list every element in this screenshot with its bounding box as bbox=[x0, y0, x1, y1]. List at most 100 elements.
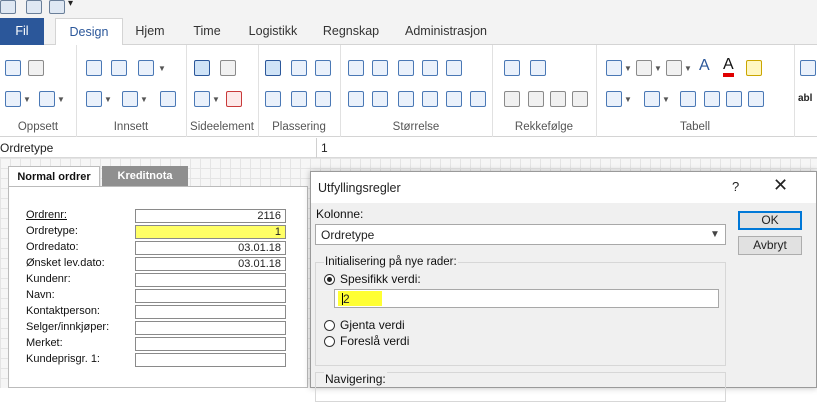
help-button[interactable]: ? bbox=[732, 179, 739, 194]
stretch-height-icon[interactable] bbox=[422, 91, 438, 107]
field-ordredato[interactable]: 03.01.18 bbox=[135, 241, 286, 255]
tab-order-icon[interactable] bbox=[504, 60, 520, 76]
chevron-down-icon[interactable]: ▼ bbox=[662, 95, 670, 104]
align-top-icon[interactable] bbox=[265, 91, 281, 107]
tab-kreditnota[interactable]: Kreditnota bbox=[102, 166, 188, 187]
width-right-icon[interactable] bbox=[446, 60, 462, 76]
chevron-down-icon[interactable]: ▼ bbox=[23, 95, 31, 104]
page-element-move-icon[interactable] bbox=[194, 91, 210, 107]
qat-dropdown-icon[interactable]: ▾ bbox=[68, 0, 73, 9]
field-merket[interactable] bbox=[135, 337, 286, 351]
print-preview-icon[interactable] bbox=[26, 0, 42, 14]
app-icon[interactable] bbox=[0, 0, 16, 14]
chevron-down-icon[interactable]: ▼ bbox=[57, 95, 65, 104]
chevron-down-icon[interactable]: ▼ bbox=[624, 95, 632, 104]
page-element-icon[interactable] bbox=[194, 60, 210, 76]
table-rows-icon[interactable] bbox=[606, 91, 622, 107]
crop-icon[interactable] bbox=[315, 91, 331, 107]
text-button[interactable]: abl bbox=[798, 93, 812, 104]
insert-field-icon[interactable] bbox=[86, 60, 102, 76]
field-value[interactable]: 1 bbox=[321, 141, 328, 155]
chevron-down-icon[interactable]: ▼ bbox=[140, 95, 148, 104]
field-selger-innkjoper[interactable] bbox=[135, 321, 286, 335]
field-onsket-lev-dato[interactable]: 03.01.18 bbox=[135, 257, 286, 271]
text-tool-icon[interactable] bbox=[800, 60, 816, 76]
move-icon[interactable] bbox=[265, 60, 281, 76]
cancel-button[interactable]: Avbryt bbox=[738, 236, 802, 255]
chevron-down-icon[interactable]: ▼ bbox=[212, 95, 220, 104]
tab-fil[interactable]: Fil bbox=[0, 18, 44, 45]
save-icon[interactable] bbox=[49, 0, 65, 14]
field-kontaktperson[interactable] bbox=[135, 305, 286, 319]
same-height-icon[interactable] bbox=[398, 91, 414, 107]
font-color-icon[interactable]: A bbox=[723, 57, 734, 77]
stretch-width-icon[interactable] bbox=[422, 60, 438, 76]
dialog-title-bar[interactable]: Utfyllingsregler ? ✕ bbox=[311, 172, 816, 203]
fill-color-icon[interactable] bbox=[746, 60, 762, 76]
insert-date-icon[interactable] bbox=[160, 91, 176, 107]
expand-height-icon[interactable] bbox=[372, 91, 388, 107]
shrink-width-icon[interactable] bbox=[348, 60, 364, 76]
insert-table-icon[interactable] bbox=[138, 60, 154, 76]
field-navn[interactable] bbox=[135, 289, 286, 303]
radio-specific[interactable] bbox=[324, 274, 335, 285]
order-prev-icon[interactable] bbox=[528, 91, 544, 107]
ok-button[interactable]: OK bbox=[738, 211, 802, 230]
save-layout-icon[interactable] bbox=[39, 91, 55, 107]
field-ordretype[interactable]: 1 bbox=[135, 225, 286, 239]
tab-administrasjon[interactable]: Administrasjon bbox=[396, 18, 496, 45]
order-form-panel: Ordrenr: 2116 Ordretype: 1 Ordredato: 03… bbox=[8, 186, 308, 388]
tab-time[interactable]: Time bbox=[183, 18, 231, 45]
table-line-icon[interactable] bbox=[666, 60, 682, 76]
chevron-down-icon[interactable]: ▼ bbox=[104, 95, 112, 104]
page-format-icon[interactable] bbox=[5, 91, 21, 107]
chevron-down-icon[interactable]: ▼ bbox=[684, 64, 692, 73]
shrink-height-icon[interactable] bbox=[348, 91, 364, 107]
align-left-icon[interactable] bbox=[291, 60, 307, 76]
spell-check-icon[interactable] bbox=[704, 91, 720, 107]
table-grid-icon[interactable] bbox=[606, 60, 622, 76]
close-icon[interactable]: ✕ bbox=[773, 175, 788, 195]
page-element-list-icon[interactable] bbox=[220, 60, 236, 76]
xy-layout-icon[interactable] bbox=[5, 60, 21, 76]
eraser-icon[interactable] bbox=[226, 91, 242, 107]
order-last-icon[interactable] bbox=[572, 91, 588, 107]
specific-value-input[interactable]: 2 bbox=[334, 289, 719, 308]
same-width-icon[interactable] bbox=[398, 60, 414, 76]
layout-copy-icon[interactable] bbox=[28, 60, 44, 76]
tab-regnskap[interactable]: Regnskap bbox=[318, 18, 384, 45]
kolonne-select[interactable]: Ordretype ▼ bbox=[315, 224, 726, 245]
chevron-down-icon[interactable]: ▼ bbox=[707, 227, 723, 242]
insert-box-icon[interactable] bbox=[111, 60, 127, 76]
field-bar: Ordretype 1 bbox=[0, 138, 817, 158]
bring-front-icon[interactable] bbox=[530, 60, 546, 76]
save-table-icon[interactable] bbox=[726, 91, 742, 107]
table-settings-icon[interactable] bbox=[748, 91, 764, 107]
field-kundeprisgr[interactable] bbox=[135, 353, 286, 367]
tab-hjem[interactable]: Hjem bbox=[125, 18, 175, 45]
tab-logistikk[interactable]: Logistikk bbox=[240, 18, 306, 45]
chevron-down-icon[interactable]: ▼ bbox=[624, 64, 632, 73]
insert-control-icon[interactable] bbox=[122, 91, 138, 107]
height-bottom-icon[interactable] bbox=[446, 91, 462, 107]
paint-format-icon[interactable] bbox=[644, 91, 660, 107]
label-onsket-lev-dato: Ønsket lev.dato: bbox=[26, 257, 105, 269]
field-kundenr[interactable] bbox=[135, 273, 286, 287]
align-right-icon[interactable] bbox=[315, 60, 331, 76]
insert-image-icon[interactable] bbox=[86, 91, 102, 107]
chevron-down-icon[interactable]: ▼ bbox=[654, 64, 662, 73]
grid-size-icon[interactable] bbox=[470, 91, 486, 107]
font-size-icon[interactable]: A bbox=[699, 57, 710, 75]
tab-design[interactable]: Design bbox=[55, 18, 123, 47]
order-first-icon[interactable] bbox=[504, 91, 520, 107]
column-width-icon[interactable] bbox=[680, 91, 696, 107]
tab-normal-ordrer[interactable]: Normal ordrer bbox=[8, 166, 100, 188]
order-next-icon[interactable] bbox=[550, 91, 566, 107]
table-border-icon[interactable] bbox=[636, 60, 652, 76]
chevron-down-icon[interactable]: ▼ bbox=[158, 64, 166, 73]
radio-gjenta[interactable] bbox=[324, 320, 335, 331]
radio-foresla[interactable] bbox=[324, 336, 335, 347]
field-ordrenr[interactable]: 2116 bbox=[135, 209, 286, 223]
expand-width-icon[interactable] bbox=[372, 60, 388, 76]
align-bottom-icon[interactable] bbox=[291, 91, 307, 107]
